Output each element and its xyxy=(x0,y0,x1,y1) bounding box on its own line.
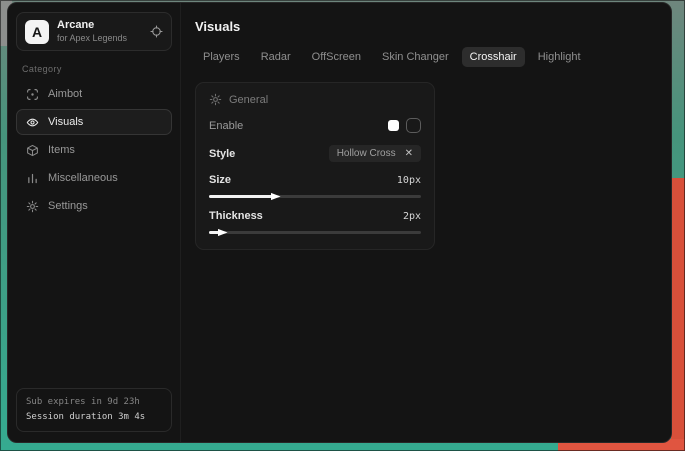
cube-icon xyxy=(26,144,39,157)
size-label: Size xyxy=(209,174,231,186)
tab-bar: PlayersRadarOffScreenSkin ChangerCrossha… xyxy=(195,47,657,67)
style-select[interactable]: Hollow Cross ✕ xyxy=(329,145,421,162)
tab-players[interactable]: Players xyxy=(195,47,248,67)
style-label: Style xyxy=(209,148,235,160)
category-label: Category xyxy=(22,64,166,74)
sidebar-item-aimbot[interactable]: Aimbot xyxy=(16,81,172,107)
thickness-label: Thickness xyxy=(209,210,263,222)
tab-crosshair[interactable]: Crosshair xyxy=(462,47,525,67)
app-meta: Arcane for Apex Legends xyxy=(57,19,127,44)
target-icon[interactable] xyxy=(150,25,163,38)
enable-checkbox[interactable] xyxy=(406,118,421,133)
arcane-menu-window: A Arcane for Apex Legends Category Aimbo… xyxy=(7,2,672,443)
sidebar-nav: Aimbot Visuals Items Miscellaneous Settings xyxy=(16,81,172,221)
thickness-slider[interactable] xyxy=(209,231,421,234)
thickness-row: Thickness 2px xyxy=(209,210,421,222)
sidebar-item-miscellaneous[interactable]: Miscellaneous xyxy=(16,165,172,191)
sidebar: A Arcane for Apex Legends Category Aimbo… xyxy=(8,3,181,442)
style-row: Style Hollow Cross ✕ xyxy=(209,145,421,162)
tab-radar[interactable]: Radar xyxy=(253,47,299,67)
app-logo: A xyxy=(25,20,49,44)
equalizer-bars-icon xyxy=(26,172,39,185)
gear-icon xyxy=(26,200,39,213)
crosshair-frame-icon xyxy=(26,88,39,101)
sidebar-item-settings[interactable]: Settings xyxy=(16,193,172,219)
background-red-right xyxy=(671,178,685,451)
size-row: Size 10px xyxy=(209,174,421,186)
sidebar-item-label: Aimbot xyxy=(48,88,82,100)
style-value: Hollow Cross xyxy=(337,148,396,159)
panel-title: General xyxy=(229,94,268,106)
game-background: A Arcane for Apex Legends Category Aimbo… xyxy=(0,0,685,451)
sub-expires-text: Sub expires in 9d 23h xyxy=(26,395,162,409)
sidebar-item-label: Settings xyxy=(48,200,88,212)
app-header: A Arcane for Apex Legends xyxy=(16,12,172,51)
sidebar-item-label: Miscellaneous xyxy=(48,172,118,184)
tab-highlight[interactable]: Highlight xyxy=(530,47,589,67)
general-panel: General Enable Style Hollow Cross ✕ xyxy=(195,82,435,250)
main-content: Visuals PlayersRadarOffScreenSkin Change… xyxy=(181,3,671,442)
size-value: 10px xyxy=(397,175,421,186)
size-slider-fill xyxy=(209,195,273,198)
enable-row: Enable xyxy=(209,118,421,133)
app-name: Arcane xyxy=(57,19,127,33)
subscription-info-box: Sub expires in 9d 23h Session duration 3… xyxy=(16,388,172,432)
gear-icon xyxy=(209,93,222,106)
tab-offscreen[interactable]: OffScreen xyxy=(304,47,369,67)
sidebar-item-label: Items xyxy=(48,144,75,156)
clear-style-icon[interactable]: ✕ xyxy=(405,149,413,159)
thickness-value: 2px xyxy=(403,211,421,222)
app-subtitle: for Apex Legends xyxy=(57,33,127,44)
session-duration-text: Session duration 3m 4s xyxy=(26,410,162,424)
size-slider[interactable] xyxy=(209,195,421,198)
sidebar-item-visuals[interactable]: Visuals xyxy=(16,109,172,135)
eye-icon xyxy=(26,116,39,129)
size-slider-thumb[interactable] xyxy=(271,192,281,202)
sidebar-item-label: Visuals xyxy=(48,116,83,128)
enable-label: Enable xyxy=(209,120,243,132)
panel-header: General xyxy=(209,93,421,106)
page-title: Visuals xyxy=(195,19,657,34)
thickness-slider-thumb[interactable] xyxy=(218,228,228,238)
sidebar-item-items[interactable]: Items xyxy=(16,137,172,163)
color-swatch[interactable] xyxy=(388,120,399,131)
tab-skin-changer[interactable]: Skin Changer xyxy=(374,47,457,67)
